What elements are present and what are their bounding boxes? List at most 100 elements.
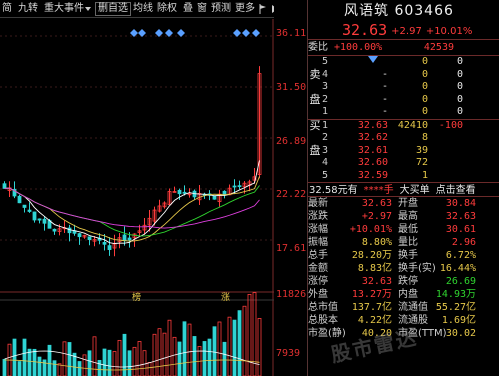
weibi-label: 委比 bbox=[308, 42, 328, 53]
book-side-label bbox=[308, 170, 322, 183]
bid-row[interactable]: 2 32.62 8 bbox=[308, 132, 499, 145]
stat-row: 涨幅 +10.01% 最低 30.61 bbox=[308, 223, 499, 236]
book-level: 1 bbox=[322, 106, 329, 117]
book-count: -100 bbox=[438, 119, 463, 131]
toolbar-item-jian[interactable]: 简 bbox=[0, 1, 14, 17]
price-axis-label: 36.11 bbox=[276, 28, 307, 39]
stat-label: 振幅 bbox=[308, 237, 328, 248]
stat-row: 总手 28.20万 换手 6.72% bbox=[308, 249, 499, 262]
stat-label: 流通值 bbox=[398, 302, 428, 313]
price-change-pct: +10.01% bbox=[425, 26, 473, 37]
view-detail-link[interactable]: 点击查看 bbox=[436, 183, 476, 196]
ask-row[interactable]: 卖4 - 0 0 bbox=[308, 67, 499, 82]
event-marker-icon bbox=[177, 29, 185, 37]
price-axis-label: 31.50 bbox=[276, 82, 307, 93]
stat-value: 30.61 bbox=[445, 224, 476, 235]
quote-stats: 最新 32.63 开盘 30.84 涨跌 +2.97 最高 32.63 涨幅 +10.01% 最低 3… bbox=[308, 197, 499, 340]
bid-row[interactable]: 买 1 32.63 42410 -100 bbox=[308, 119, 499, 133]
toolbar-item-forecast[interactable]: 预测 bbox=[209, 1, 233, 17]
toolbar-item-window[interactable]: 窗 bbox=[195, 1, 209, 17]
stat-label: 总手 bbox=[308, 250, 328, 261]
price-axis-label: 22.22 bbox=[276, 189, 307, 200]
book-side-label bbox=[308, 157, 322, 170]
toolbar-item-exright[interactable]: 除权 bbox=[155, 1, 179, 17]
stat-row: 总股本 4.22亿 流通股 1.69亿 bbox=[308, 314, 499, 327]
bid-row[interactable]: 盘 3 32.61 39 bbox=[308, 143, 499, 158]
book-volume: 0 bbox=[421, 68, 428, 80]
event-marker-icon bbox=[138, 29, 146, 37]
stat-row: 最新 32.63 开盘 30.84 bbox=[308, 197, 499, 210]
volume-bar bbox=[142, 350, 147, 376]
volume-bar bbox=[237, 310, 242, 376]
limit-up-label: 涨 bbox=[221, 292, 230, 303]
remove-watchlist-button[interactable]: 删自选 bbox=[95, 1, 131, 16]
book-side-label: 卖 bbox=[309, 67, 321, 81]
candle-body bbox=[222, 190, 227, 195]
volume-bar bbox=[117, 339, 122, 376]
stat-row: 外盘 13.27万 内盘 14.93万 bbox=[308, 288, 499, 301]
stat-label: 量比 bbox=[398, 237, 418, 248]
candle-body bbox=[52, 228, 57, 232]
volume-bar bbox=[172, 336, 177, 376]
stat-value: 32.63 bbox=[361, 198, 392, 209]
ask-row[interactable]: 3 - 0 0 bbox=[308, 81, 499, 94]
book-price: - bbox=[381, 93, 388, 105]
stat-label: 内盘 bbox=[398, 289, 418, 300]
book-level: 3 bbox=[322, 144, 329, 156]
volume-bar bbox=[232, 319, 237, 376]
flag-icon[interactable] bbox=[257, 1, 269, 17]
ask-row[interactable]: 1 - 0 0 bbox=[308, 106, 499, 119]
kline-chart[interactable]: 榜涨 bbox=[0, 19, 274, 376]
candle-body bbox=[27, 209, 32, 212]
candle-body bbox=[182, 191, 187, 194]
book-count bbox=[428, 170, 463, 183]
volume-bar bbox=[22, 338, 27, 376]
book-volume: 72 bbox=[415, 157, 428, 168]
stat-value: 40.20 bbox=[361, 328, 392, 339]
stat-value: 1.69亿 bbox=[441, 315, 476, 326]
volume-bar bbox=[37, 356, 42, 376]
volume-bar bbox=[207, 338, 212, 376]
book-level: 4 bbox=[322, 68, 329, 80]
candle-body bbox=[237, 185, 242, 188]
ask-row[interactable]: 5 0 0 bbox=[308, 56, 499, 69]
price-axis-label: 26.89 bbox=[276, 136, 307, 147]
volume-bar bbox=[27, 348, 32, 376]
moving-average-line bbox=[4, 176, 260, 242]
volume-bar bbox=[152, 333, 157, 376]
stat-label: 换手 bbox=[398, 250, 418, 261]
volume-bar bbox=[222, 341, 227, 376]
volume-bar bbox=[212, 326, 217, 376]
book-side-label bbox=[308, 56, 322, 69]
bid-row[interactable]: 4 32.60 72 bbox=[308, 157, 499, 170]
stat-value: 26.69 bbox=[445, 276, 476, 287]
volume-bar bbox=[127, 350, 132, 376]
book-count: 0 bbox=[456, 56, 463, 67]
stat-label: 外盘 bbox=[308, 289, 328, 300]
stock-code: 603466 bbox=[394, 3, 454, 19]
volume-bar bbox=[192, 336, 197, 376]
book-count: 0 bbox=[456, 106, 463, 117]
book-side-label: 盘 bbox=[309, 143, 321, 157]
ask-row[interactable]: 盘2 - 0 0 bbox=[308, 93, 499, 107]
toolbar-item-jiuzhuan[interactable]: 九转 bbox=[16, 1, 40, 17]
toolbar-item-overlay[interactable]: 叠 bbox=[181, 1, 195, 17]
volume-bar bbox=[202, 341, 207, 376]
stat-label: 涨幅 bbox=[308, 224, 328, 235]
toolbar-item-major-events[interactable]: 重大事件 bbox=[42, 1, 93, 17]
toolbar-item-ma[interactable]: 均线 bbox=[131, 1, 155, 17]
stat-label: 换手(实) bbox=[398, 263, 436, 274]
book-volume: 0 bbox=[421, 106, 428, 117]
stat-row: 总市值 137.7亿 流通值 55.27亿 bbox=[308, 301, 499, 314]
next-arrow-icon[interactable] bbox=[269, 1, 274, 17]
volume-bar bbox=[147, 362, 152, 376]
bid-row[interactable]: 5 32.59 1 bbox=[308, 170, 499, 183]
volume-bar bbox=[82, 354, 87, 376]
book-level: 2 bbox=[322, 93, 329, 105]
stat-value: 30.02 bbox=[445, 328, 476, 339]
volume-bar bbox=[182, 321, 187, 376]
candle-body bbox=[2, 183, 7, 189]
volume-bar bbox=[77, 361, 82, 376]
stat-value: 8.80% bbox=[361, 237, 392, 248]
toolbar-item-more[interactable]: 更多 bbox=[233, 1, 257, 17]
